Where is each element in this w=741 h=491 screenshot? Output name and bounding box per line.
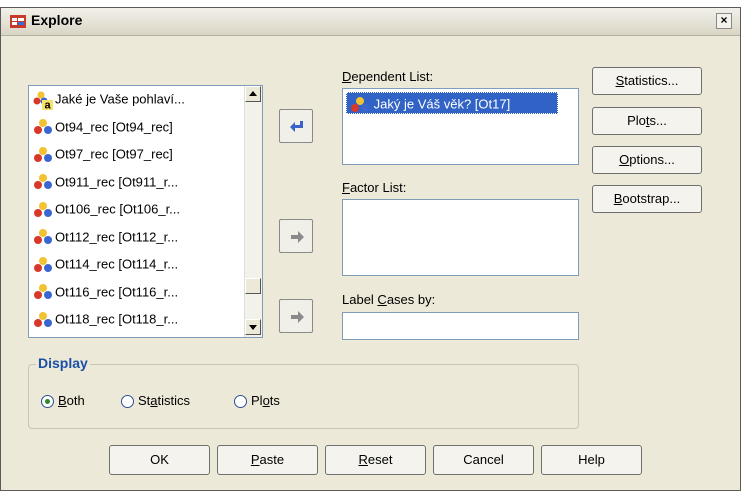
nominal-variable-icon	[33, 145, 53, 165]
radio-statistics[interactable]: Statistics	[121, 393, 190, 409]
scroll-up-arrow-icon	[249, 91, 257, 96]
scale-variable-icon	[350, 95, 370, 115]
move-arrow-icon	[290, 121, 303, 132]
radio-unselected-icon[interactable]	[234, 395, 247, 409]
source-list-item[interactable]: Ot97_rec [Ot97_rec]	[33, 143, 173, 165]
source-list-item[interactable]: Ot116_rec [Ot116_r...	[33, 281, 178, 303]
nominal-variable-icon	[33, 172, 53, 192]
label-cases-field[interactable]	[342, 312, 579, 340]
cancel-button[interactable]: Cancel	[433, 445, 534, 475]
move-to-label-cases-button[interactable]	[279, 299, 313, 333]
source-list-item[interactable]: Ot911_rec [Ot911_r...	[33, 171, 178, 193]
move-arrow-icon	[291, 311, 304, 323]
move-to-dependent-button[interactable]	[279, 109, 313, 143]
dependent-list-item[interactable]: Jaký je Váš věk? [Ot17]	[346, 92, 558, 114]
nominal-variable-icon	[33, 255, 53, 275]
source-list-item[interactable]: Ot106_rec [Ot106_r...	[33, 198, 180, 220]
statistics-button[interactable]: Statistics...	[592, 67, 702, 95]
close-icon: ×	[720, 13, 728, 27]
nominal-variable-icon	[33, 310, 53, 330]
nominal-string-variable-icon: a	[33, 90, 53, 111]
factor-list[interactable]	[342, 199, 579, 276]
move-to-factor-button[interactable]	[279, 219, 313, 253]
svg-text:a: a	[44, 99, 51, 110]
scroll-up-button[interactable]	[245, 86, 261, 102]
plots-button[interactable]: Plots...	[592, 107, 702, 135]
explore-dialog: Explore × a Jaké je Vaše pohlaví... Ot94_r…	[0, 7, 741, 491]
reset-button[interactable]: Reset	[325, 445, 426, 475]
source-list-item[interactable]: Ot118_rec [Ot118_r...	[33, 308, 178, 330]
display-group: Display Both Statistics Plots	[28, 355, 579, 429]
radio-plots[interactable]: Plots	[234, 393, 280, 409]
nominal-variable-icon	[33, 227, 53, 247]
source-list-item[interactable]: a Jaké je Vaše pohlaví...	[33, 88, 185, 111]
close-button[interactable]: ×	[716, 13, 732, 29]
dependent-list-label: Dependent List:	[342, 69, 434, 84]
ok-button[interactable]: OK	[109, 445, 210, 475]
nominal-variable-icon	[33, 282, 53, 302]
dependent-list[interactable]: Jaký je Váš věk? [Ot17]	[342, 88, 579, 165]
radio-selected-icon[interactable]	[41, 395, 54, 409]
scroll-down-button[interactable]	[245, 319, 261, 335]
help-button[interactable]: Help	[541, 445, 642, 475]
source-list-item[interactable]: Ot94_rec [Ot94_rec]	[33, 116, 173, 138]
nominal-variable-icon	[33, 200, 53, 220]
label-cases-label: Label Cases by:	[342, 292, 436, 307]
vertical-scrollbar[interactable]	[244, 86, 262, 337]
nominal-variable-icon	[33, 117, 53, 137]
radio-unselected-icon[interactable]	[121, 395, 134, 409]
source-list-item[interactable]: Ot112_rec [Ot112_r...	[33, 226, 178, 248]
options-button[interactable]: Options...	[592, 146, 702, 174]
scroll-down-arrow-icon	[249, 325, 257, 330]
display-group-title: Display	[36, 355, 90, 371]
source-variable-list[interactable]: a Jaké je Vaše pohlaví... Ot94_rec [Ot94_r…	[28, 85, 263, 338]
window-title: Explore	[31, 12, 83, 28]
bootstrap-button[interactable]: Bootstrap...	[592, 185, 702, 213]
paste-button[interactable]: Paste	[217, 445, 318, 475]
factor-list-label: Factor List:	[342, 180, 407, 195]
scroll-thumb[interactable]	[245, 278, 261, 294]
source-list-item[interactable]: Ot114_rec [Ot114_r...	[33, 253, 178, 275]
radio-both[interactable]: Both	[41, 393, 85, 409]
spss-app-icon	[9, 13, 27, 30]
move-arrow-icon	[291, 231, 304, 243]
title-bar[interactable]: Explore ×	[1, 8, 740, 36]
